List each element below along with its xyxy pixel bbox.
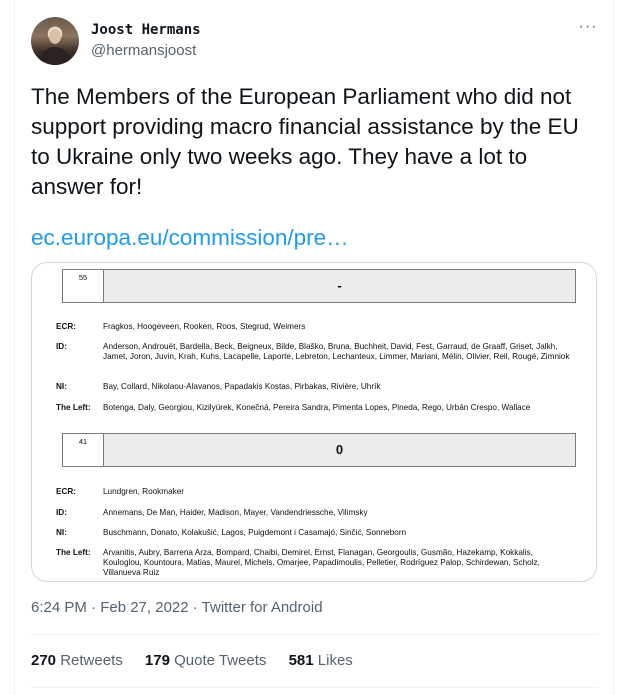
vote-count: 55 [63,270,104,302]
likes-stat[interactable]: 581 Likes [289,652,353,669]
group-label: ID: [56,342,67,351]
retweets-label: Retweets [60,652,123,669]
vote-count-row: 55 - [62,269,576,303]
likes-label: Likes [317,652,353,669]
vote-count-row: 41 0 [62,433,576,467]
group-label: NI: [56,528,67,537]
group-names: Buschmann, Donato, Kolakušić, Lagos, Pui… [103,528,407,537]
divider [31,634,598,635]
group-label: ECR: [56,487,77,496]
author-display-name[interactable]: Joost Hermans [91,22,201,38]
group-label: NI: [56,382,67,391]
likes-count: 581 [288,652,314,669]
author-handle[interactable]: @hermansjoost [91,42,196,59]
retweets-count: 270 [31,652,57,669]
group-names: Anderson, Androuët, Bardella, Beck, Beig… [103,342,570,361]
group-names: Botenga, Daly, Georgiou, Kizilyürek, Kon… [103,403,531,412]
divider [31,687,598,688]
group-names: Bay, Collard, Nikolaou-Alavanos, Papadak… [103,382,381,391]
vote-count: 41 [63,434,104,466]
vote-sign: 0 [104,434,575,466]
tweet-media-image[interactable]: 55 - ECR: Fragkos, Hoogeveen, Rooken, Ro… [31,262,597,582]
avatar-shoulders [39,47,71,65]
group-names: Lundgren, Rookmaker [103,487,185,496]
vote-document: 55 - ECR: Fragkos, Hoogeveen, Rooken, Ro… [32,263,596,581]
group-label: ID: [56,508,67,517]
group-label: The Left: [56,403,91,412]
tweet-link[interactable]: ec.europa.eu/commission/pre… [31,223,349,253]
quote-tweets-count: 179 [144,652,170,669]
tweet-text: The Members of the European Parliament w… [31,84,579,199]
group-names: Arvanitis, Aubry, Barrena Arza, Bompard,… [103,548,540,577]
group-names: Annemans, De Man, Haider, Madison, Mayer… [103,508,368,517]
more-horizontal-icon[interactable]: ··· [578,19,598,38]
engagement-stats: 270 Retweets 179 Quote Tweets 581 Likes [31,652,371,669]
retweets-stat[interactable]: 270 Retweets [31,652,123,669]
avatar[interactable] [31,17,79,65]
quote-tweets-label: Quote Tweets [174,652,267,669]
group-label: ECR: [56,322,77,331]
avatar-face [49,29,61,44]
vote-sign: - [104,270,575,302]
tweet-timestamp[interactable]: 6:24 PM · Feb 27, 2022 · Twitter for And… [31,599,323,616]
quote-tweets-stat[interactable]: 179 Quote Tweets [145,652,266,669]
group-names: Fragkos, Hoogeveen, Rooken, Roos, Stegru… [103,322,306,331]
group-label: The Left: [56,548,91,557]
